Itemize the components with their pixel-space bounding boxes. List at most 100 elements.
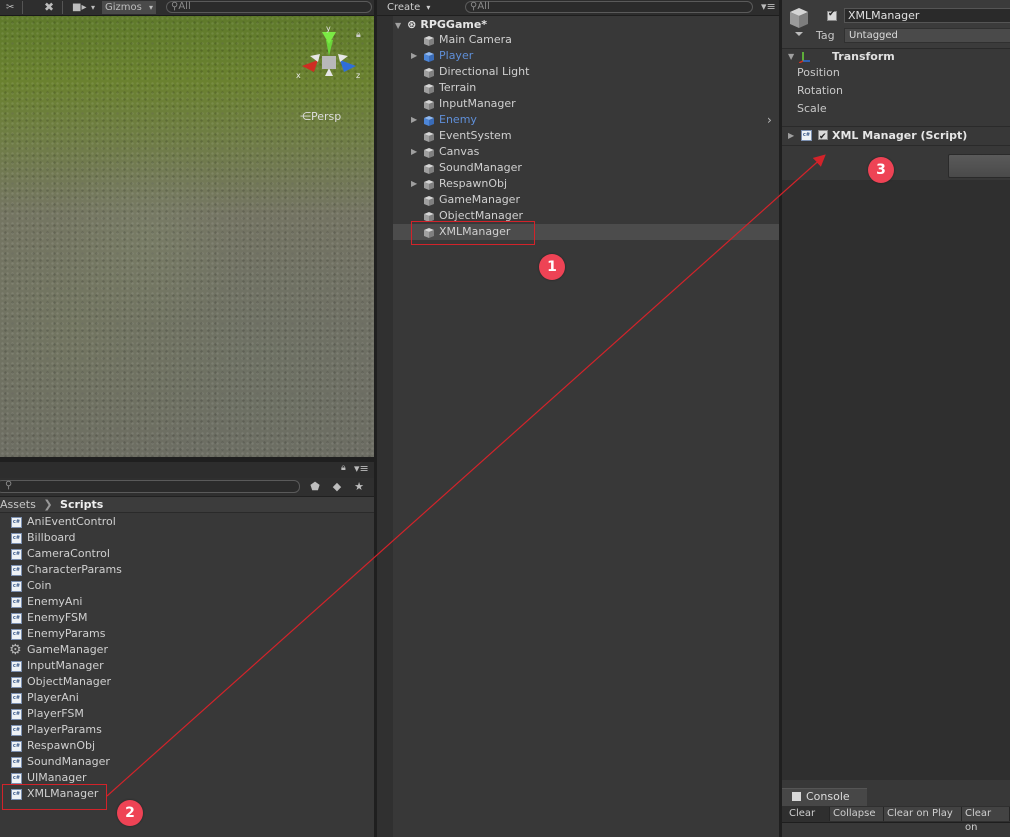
hierarchy-panel: Create ▾ ⚲All ▾≡ ▼ ⊛ RPGGame* Main Camera ▶… [377,0,779,837]
clear-button[interactable]: Clear [786,807,830,821]
favorites-star-icon[interactable]: ★ [350,480,368,494]
hierarchy-item-label: RespawnObj [439,177,508,190]
gizmo-center-cube[interactable] [322,56,336,69]
x-axis-cone[interactable] [302,60,318,72]
rotation-label[interactable]: Rotation [797,82,843,100]
expand-arrow-icon[interactable]: ▶ [411,144,417,160]
hierarchy-item[interactable]: ▶ Enemy [393,112,779,128]
hierarchy-item[interactable]: ▶ Player [393,48,779,64]
collapse-button[interactable]: Collapse [830,807,884,821]
z-axis-cone[interactable] [340,60,356,72]
file-label: PlayerFSM [27,707,84,720]
hierarchy-item[interactable]: Directional Light [393,64,779,80]
file-item[interactable]: c# RespawnObj [0,738,374,754]
gear-icon: ⚙ [9,642,22,658]
hierarchy-item-label: Directional Light [439,65,530,78]
file-item[interactable]: c# AniEventControl [0,514,374,530]
clear-on-play-button[interactable]: Clear on Play [884,807,962,821]
neg-y-cone [325,68,333,76]
file-item[interactable]: c# PlayerParams [0,722,374,738]
camera-icon[interactable]: ■▸ [72,1,86,14]
active-checkbox[interactable] [827,9,837,21]
hierarchy-item[interactable]: Terrain [393,80,779,96]
gameobject-cube-icon[interactable] [788,6,810,36]
component-enabled-checkbox[interactable] [818,128,828,146]
hierarchy-item-label: Player [439,49,474,62]
hierarchy-item[interactable]: GameManager [393,192,779,208]
hierarchy-search-input[interactable]: ⚲All [465,1,753,13]
panel-menu-icon[interactable]: ▾≡ [761,0,776,13]
chevron-right-icon[interactable]: › [767,113,772,127]
panel-menu-icon[interactable]: ▾≡ [354,462,369,475]
file-item[interactable]: c# CameraControl [0,546,374,562]
hierarchy-item[interactable]: EventSystem [393,128,779,144]
project-toolbar: ⚲ ⬟ ◆ ★ [0,478,374,497]
projection-label[interactable]: ⋲Persp [300,110,341,123]
file-item[interactable]: c# InputManager [0,658,374,674]
script-component-header[interactable]: ▶ c# XML Manager (Script) [782,126,1010,146]
tag-label: Tag [816,29,835,42]
tab-console[interactable]: Console [782,788,867,806]
filter-by-type-icon[interactable]: ⬟ [306,480,324,494]
cs-script-icon: c# [11,693,22,704]
unity-scene-icon: ⊛ [407,18,417,31]
expand-arrow-icon[interactable]: ▶ [788,127,794,145]
x-axis-label: x [296,71,301,80]
file-item[interactable]: c# EnemyParams [0,626,374,642]
expand-arrow-icon[interactable]: ▶ [411,112,417,128]
chevron-down-icon[interactable]: ▾ [91,1,95,14]
hierarchy-item-label: InputManager [439,97,516,110]
axis-gizmo[interactable]: y x z [296,22,364,94]
expand-arrow-icon[interactable]: ▶ [411,176,417,192]
breadcrumb-scripts[interactable]: Scripts [60,498,103,511]
file-item[interactable]: c# PlayerFSM [0,706,374,722]
breadcrumb-assets[interactable]: Assets [0,498,36,511]
projection-text: Persp [311,110,342,123]
add-component-button[interactable] [948,154,1010,178]
file-item[interactable]: c# CharacterParams [0,562,374,578]
crossed-tools-icon[interactable]: ✖ [44,1,54,14]
expand-arrow-icon[interactable]: ▶ [411,48,417,64]
console-panel: Console Clear Collapse Clear on Play Cle… [782,788,1010,837]
lock-icon[interactable]: 🔒︎ [356,30,361,40]
hierarchy-item[interactable]: ▶ RespawnObj [393,176,779,192]
create-button[interactable]: Create ▾ [387,1,430,14]
file-label: InputManager [27,659,104,672]
gizmos-button[interactable]: Gizmos ▾ [102,1,156,14]
clear-on-build-button[interactable]: Clear on [962,807,1010,833]
lock-icon[interactable]: 🔒︎ [341,463,346,473]
file-item[interactable]: c# EnemyAni [0,594,374,610]
tools-icon[interactable]: ✂ [6,1,14,14]
file-label: PlayerAni [27,691,79,704]
file-item[interactable]: c# Billboard [0,530,374,546]
expand-arrow-icon[interactable]: ▼ [395,21,401,30]
transform-header[interactable]: ▼ Transform [782,49,1010,65]
hierarchy-gutter [377,16,393,837]
hierarchy-item[interactable]: SoundManager [393,160,779,176]
scale-label[interactable]: Scale [797,100,827,118]
scene-root-row[interactable]: ▼ ⊛ RPGGame* [395,17,487,32]
scene-search-input[interactable]: ⚲All [166,1,372,13]
object-name-field[interactable]: XMLManager [844,8,1010,23]
gizmos-label: Gizmos [105,2,142,13]
file-item[interactable]: c# Coin [0,578,374,594]
hierarchy-item[interactable]: Main Camera [393,32,779,48]
gameobject-cube-icon [424,195,434,206]
expand-arrow-icon[interactable]: ▼ [788,49,794,65]
position-label[interactable]: Position [797,64,840,82]
project-search-input[interactable]: ⚲ [0,480,300,493]
file-item[interactable]: c# PlayerAni [0,690,374,706]
hierarchy-item[interactable]: InputManager [393,96,779,112]
file-item[interactable]: c# SoundManager [0,754,374,770]
hierarchy-item[interactable]: ▶ Canvas [393,144,779,160]
file-item[interactable]: c# EnemyFSM [0,610,374,626]
gameobject-cube-icon [424,83,434,94]
file-item[interactable]: ⚙ GameManager [0,642,374,658]
script-component-title: XML Manager (Script) [832,129,968,142]
y-axis-cone-top [322,32,336,44]
filter-by-label-icon[interactable]: ◆ [328,480,346,494]
y-axis-label: y [326,24,331,33]
tag-dropdown[interactable]: Untagged [844,28,1010,43]
file-item[interactable]: c# ObjectManager [0,674,374,690]
cs-script-icon: c# [11,533,22,544]
